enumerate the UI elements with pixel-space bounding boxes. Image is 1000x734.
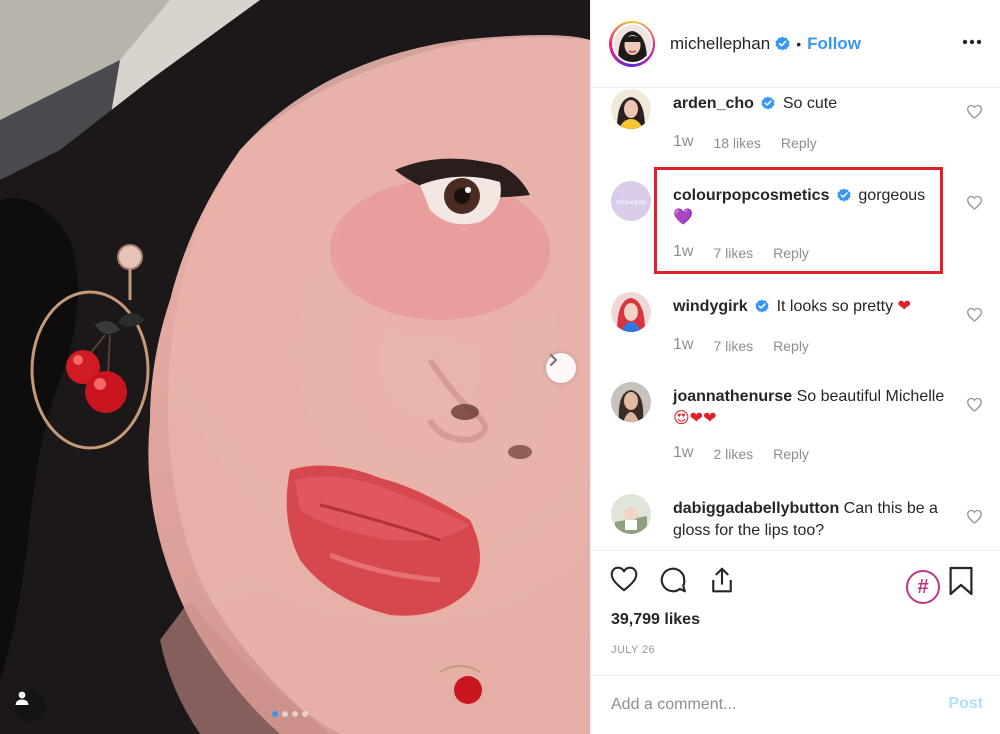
highlight-annotation-box [654,167,943,274]
comment-like-button[interactable] [966,307,983,327]
comment-emoji: 😍❤❤ [673,410,717,427]
author-avatar-image [613,25,651,62]
verified-badge-icon [761,96,775,110]
follow-button[interactable]: Follow [807,34,861,54]
carousel-dot-active [272,711,278,717]
commenter-avatar-image [611,89,651,129]
verified-badge-icon [755,299,769,313]
commenter-avatar[interactable] [611,494,651,534]
share-upload-icon [712,567,732,593]
comment-likes[interactable]: 2 likes [713,446,753,462]
heart-outline-icon [966,104,983,119]
comment-likes[interactable]: 18 likes [713,135,760,151]
post-photo[interactable] [0,0,590,734]
add-comment-input[interactable] [611,692,911,718]
carousel-dot [292,711,298,717]
comment-emoji: ❤ [897,298,911,315]
verified-badge-icon [775,36,790,51]
comment-time[interactable]: 1w [673,133,693,151]
comment-like-button[interactable] [966,104,983,124]
post-detail-panel: michellephan • Follow arden_cho So cute … [590,0,1000,734]
comment-like-button[interactable] [966,397,983,417]
heart-outline-icon [966,397,983,412]
comment-reply-button[interactable]: Reply [773,338,809,354]
commenter-avatar-image [611,494,651,534]
comment-like-button[interactable] [966,509,983,529]
carousel-indicator [272,711,308,717]
comments-list[interactable]: arden_cho So cute 1w 18 likes Reply colo… [591,88,1000,550]
comment-meta: 1w 2 likes Reply [673,444,809,462]
header-separator: • [796,35,802,52]
share-button[interactable] [707,565,737,600]
commenter-avatar-image [611,292,651,332]
add-comment-bar: Post [591,675,1000,734]
commenter-avatar[interactable] [611,292,651,332]
speech-bubble-icon [660,567,686,593]
comment-time[interactable]: 1w [673,336,693,354]
avatar-logo-text: colourpop [616,199,646,206]
comment-likes[interactable]: 7 likes [713,338,753,354]
ellipsis-icon [962,39,982,45]
commenter-avatar[interactable] [611,382,651,422]
bookmark-icon [949,566,973,596]
more-options-button[interactable] [962,32,982,50]
heart-outline-icon [966,509,983,524]
comment-username[interactable]: dabiggadabellybutton [673,500,839,517]
user-tag-button[interactable] [14,690,46,722]
comment-reply-button[interactable]: Reply [781,135,817,151]
comment-like-button[interactable] [966,195,983,215]
post-comment-button[interactable]: Post [948,695,983,713]
comment-meta: 1w 7 likes Reply [673,336,809,354]
commenter-avatar[interactable]: colourpop [611,181,651,221]
comment-meta: 1w 18 likes Reply [673,133,817,151]
save-button[interactable] [948,565,974,602]
comment-button[interactable] [658,565,688,600]
post-actions: # 39,799 likes JULY 26 Post [591,550,1000,734]
heart-outline-icon [966,195,983,210]
author-avatar[interactable] [609,20,655,67]
post-date[interactable]: JULY 26 [611,644,655,656]
comment-time[interactable]: 1w [673,444,693,462]
carousel-dot [302,711,308,717]
post-header: michellephan • Follow [591,0,1000,88]
heart-outline-icon [610,566,638,592]
commenter-avatar[interactable] [611,89,651,129]
carousel-next-button[interactable] [546,353,576,383]
comment-reply-button[interactable]: Reply [773,446,809,462]
author-username[interactable]: michellephan [670,34,770,54]
heart-outline-icon [966,307,983,322]
like-button[interactable] [609,565,639,600]
comment-text: It looks so pretty [776,298,894,315]
commenter-avatar-image [611,382,651,422]
photo-illustration [0,0,590,734]
comment-text: So beautiful Michelle [796,388,945,405]
comment-text: So cute [782,95,838,112]
hashtag-badge-icon[interactable]: # [906,570,940,604]
carousel-dot [282,711,288,717]
comment-username[interactable]: arden_cho [673,95,754,112]
likes-count[interactable]: 39,799 likes [611,611,700,629]
commenter-avatar-image: colourpop [611,181,651,221]
chevron-right-icon [549,353,558,367]
user-tag-icon [15,691,29,705]
comment-username[interactable]: joannathenurse [673,388,792,405]
comment-username[interactable]: windygirk [673,298,748,315]
